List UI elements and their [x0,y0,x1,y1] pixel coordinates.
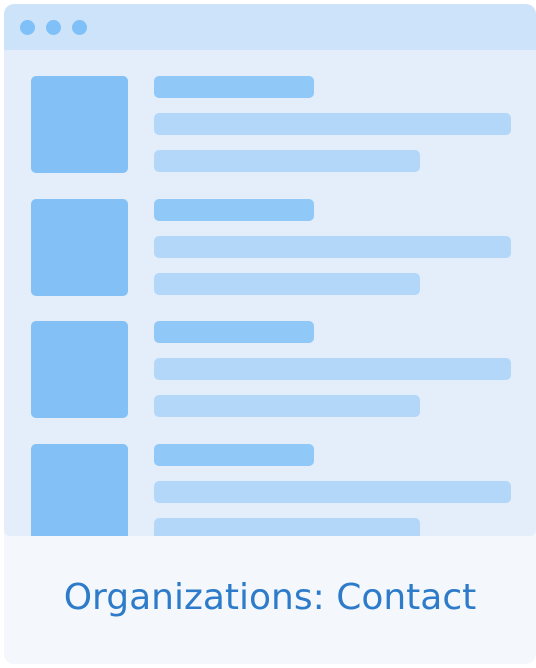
text-line-placeholder [154,395,420,417]
text-line-placeholder [154,113,511,135]
window-dot-icon [72,20,87,35]
window-dot-icon [46,20,61,35]
illustration-card: Organizations: Contact [4,4,536,664]
thumbnail-placeholder [31,444,128,536]
list-item [4,444,536,536]
caption-title: Organizations: Contact [63,577,477,618]
list-item [4,199,536,297]
browser-window-illustration [4,4,536,536]
text-line-placeholder [154,150,420,172]
thumbnail-placeholder [31,76,128,173]
text-line-placeholder [154,481,511,503]
thumbnail-placeholder [31,199,128,296]
title-placeholder [154,76,314,98]
title-placeholder [154,444,314,466]
window-dot-icon [20,20,35,35]
title-placeholder [154,199,314,221]
list-item [4,321,536,419]
window-titlebar [4,4,536,50]
text-line-placeholder [154,236,511,258]
text-line-placeholder [154,358,511,380]
list-item [4,76,536,174]
text-line-placeholder [154,518,420,536]
text-line-placeholder [154,273,420,295]
title-placeholder [154,321,314,343]
thumbnail-placeholder [31,321,128,418]
